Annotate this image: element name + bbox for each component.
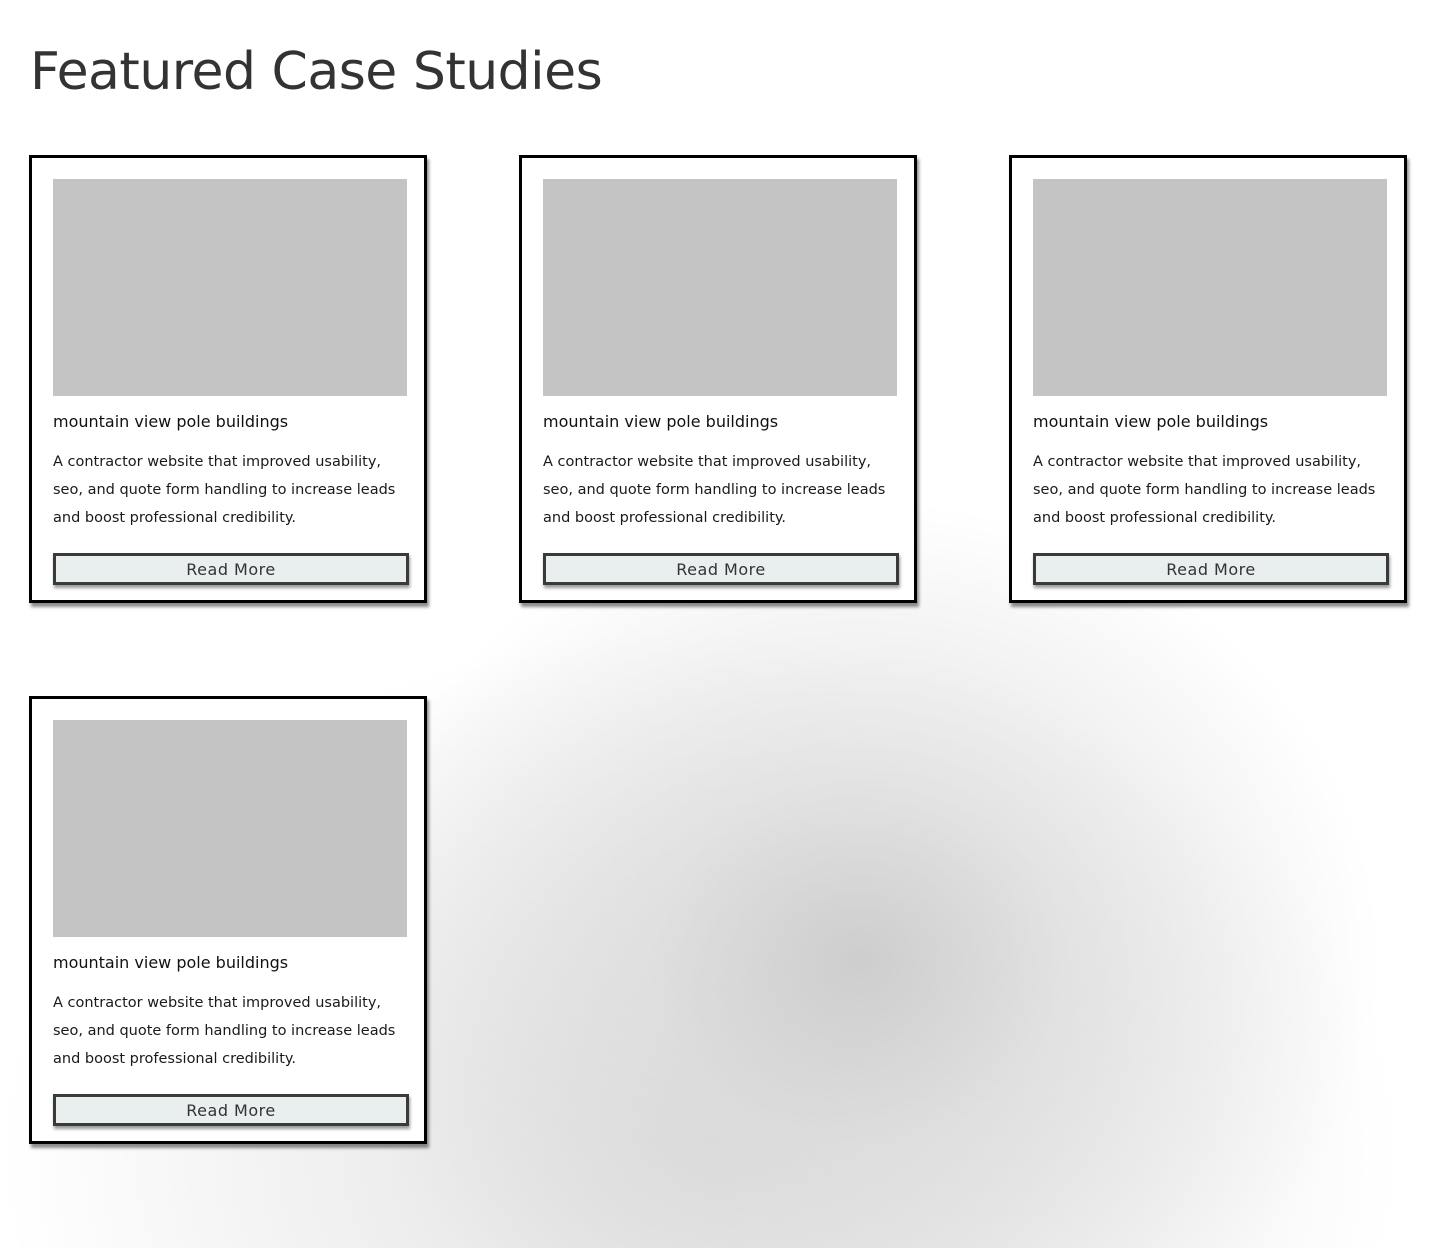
case-study-image-placeholder [543, 179, 897, 396]
case-study-image-placeholder [53, 179, 407, 396]
read-more-button[interactable]: Read More [1033, 553, 1389, 585]
read-more-button[interactable]: Read More [543, 553, 899, 585]
read-more-button[interactable]: Read More [53, 1094, 409, 1126]
read-more-button[interactable]: Read More [53, 553, 409, 585]
case-study-title: mountain view pole buildings [53, 953, 289, 972]
case-study-title: mountain view pole buildings [53, 412, 289, 431]
case-study-card: mountain view pole buildings A contracto… [519, 155, 917, 603]
case-study-image-placeholder [1033, 179, 1387, 396]
page-title: Featured Case Studies [30, 42, 603, 102]
case-study-description: A contractor website that improved usabi… [543, 454, 886, 526]
case-study-card: mountain view pole buildings A contracto… [29, 696, 427, 1144]
case-study-image-placeholder [53, 720, 407, 937]
case-study-title: mountain view pole buildings [543, 412, 779, 431]
case-study-card: mountain view pole buildings A contracto… [29, 155, 427, 603]
case-study-description: A contractor website that improved usabi… [53, 995, 396, 1067]
case-study-title: mountain view pole buildings [1033, 412, 1269, 431]
case-study-card: mountain view pole buildings A contracto… [1009, 155, 1407, 603]
case-study-description: A contractor website that improved usabi… [53, 454, 396, 526]
case-study-description: A contractor website that improved usabi… [1033, 454, 1376, 526]
